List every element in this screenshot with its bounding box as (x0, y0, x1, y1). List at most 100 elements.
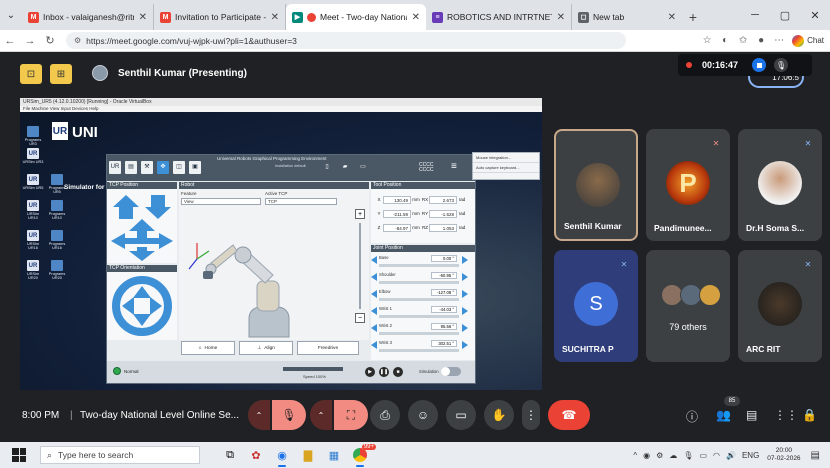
close-icon[interactable]: ✕ (557, 12, 565, 23)
copilot-icon[interactable]: ✿ (246, 446, 266, 464)
windows-start-icon[interactable] (12, 448, 26, 462)
x-value[interactable]: 130.49 (383, 195, 411, 204)
desktop-icon[interactable]: UR URSim UR5 (22, 174, 44, 190)
open-folder-icon[interactable]: ▰ (339, 161, 351, 174)
arrow-down-right-icon[interactable] (145, 195, 171, 219)
desktop-icon[interactable]: UR URSim UR20 (22, 260, 44, 280)
log-tab-icon[interactable]: ▣ (189, 161, 201, 174)
minimize-icon[interactable]: ─ (740, 9, 770, 21)
more-options-button[interactable]: ⋮ (522, 400, 540, 430)
zoom-out-button[interactable]: − (355, 313, 365, 323)
bluetooth-icon[interactable]: ⚙ (656, 451, 663, 460)
cloud-icon[interactable]: ☁ (669, 451, 677, 460)
new-tab-plus-icon[interactable]: + (682, 4, 704, 30)
move-tab-icon[interactable]: ✥ (157, 161, 169, 174)
notifications-icon[interactable]: ▤ (811, 450, 820, 461)
refresh-extension-icon[interactable]: ◐ (716, 35, 734, 46)
profile-icon[interactable]: ● (752, 35, 770, 46)
notification-item[interactable]: Auto capture keyboard... (473, 163, 539, 173)
layout-icon[interactable]: ⊞ (50, 64, 72, 84)
chevron-up-icon[interactable]: ^ (633, 451, 637, 460)
joint-slider[interactable] (379, 332, 459, 335)
simulation-toggle[interactable] (441, 367, 461, 376)
people-icon[interactable]: 👥 (716, 408, 731, 422)
system-clock[interactable]: 20:00 07-02-2026 (767, 447, 800, 463)
arrow-up-icon[interactable] (129, 219, 155, 239)
pin-presentation-icon[interactable]: ⊡ (20, 64, 42, 84)
tab-new-tab[interactable]: ◻ New tab ✕ (572, 4, 682, 30)
store-icon[interactable]: ▦ (324, 446, 344, 464)
video-options-button[interactable]: ⌃ (310, 400, 332, 430)
tray-icon[interactable]: ◉ (643, 451, 650, 460)
joint-decrease-icon[interactable] (371, 256, 377, 264)
desktop-icon[interactable]: Programs UR10 (46, 200, 68, 220)
joint-decrease-icon[interactable] (371, 324, 377, 332)
stop-recording-button[interactable] (752, 58, 767, 72)
installation-tab-icon[interactable]: ⚒ (141, 161, 153, 174)
tab-gmail-inbox[interactable]: M Inbox - valaiganesh@ritrjpm.ac ✕ (22, 4, 154, 30)
back-icon[interactable]: ← (0, 35, 20, 47)
joint-decrease-icon[interactable] (371, 273, 377, 281)
rotate-right-icon[interactable] (150, 297, 162, 315)
url-field[interactable]: ⚙ https://meet.google.com/vuj-wjpk-uwi?p… (66, 32, 626, 49)
joint-decrease-icon[interactable] (371, 290, 377, 298)
desktop-icon[interactable]: Programs UR16 (46, 230, 68, 250)
rotate-up-icon[interactable] (133, 286, 151, 298)
desktop-icon[interactable]: Programs UR3 (22, 126, 44, 146)
battery-icon[interactable]: ▭ (699, 451, 707, 460)
participant-tile[interactable]: ✕ P Pandimunee... (646, 129, 730, 241)
microphone-toggle[interactable]: 🎙 (272, 400, 306, 430)
raise-hand-button[interactable]: ✋ (484, 400, 514, 430)
bookmark-star-icon[interactable]: ☆ (698, 35, 716, 46)
joint-slider[interactable] (379, 264, 459, 267)
joint-slider[interactable] (379, 315, 459, 318)
forward-icon[interactable]: → (20, 35, 40, 47)
reactions-button[interactable]: ☺ (408, 400, 438, 430)
io-tab-icon[interactable]: ◫ (173, 161, 185, 174)
activities-icon[interactable]: ⋮⋮ (774, 408, 798, 422)
camera-toggle[interactable]: ⛶ (334, 400, 368, 430)
joint-decrease-icon[interactable] (371, 307, 377, 315)
chat-icon[interactable]: ▤ (746, 408, 757, 422)
participant-tile[interactable]: ✕ Dr.H Soma S... (738, 129, 822, 241)
participant-tile[interactable]: Senthil Kumar (554, 129, 638, 241)
language-indicator[interactable]: ENG (742, 451, 759, 460)
desktop-icon[interactable]: UR URSim UR10 (22, 200, 44, 220)
desktop-icon[interactable]: Programs UR20 (46, 260, 68, 280)
audio-options-button[interactable]: ⌃ (248, 400, 270, 430)
rotate-left-icon[interactable] (122, 297, 134, 315)
close-icon[interactable]: ✕ (139, 12, 147, 23)
joint-decrease-icon[interactable] (371, 341, 377, 349)
joint-increase-icon[interactable] (462, 341, 468, 349)
mic-icon[interactable]: 🎙 (774, 58, 789, 72)
more-options-icon[interactable]: ⋯ (770, 35, 788, 46)
joint-slider[interactable] (379, 281, 459, 284)
present-button[interactable]: ⎙ (370, 400, 400, 430)
joint-increase-icon[interactable] (462, 290, 468, 298)
volume-icon[interactable]: 🔊 (726, 451, 736, 460)
pause-icon[interactable]: ❚❚ (379, 367, 389, 377)
joint-increase-icon[interactable] (462, 273, 468, 281)
hamburger-menu-icon[interactable]: ≡ (451, 161, 457, 172)
joint-increase-icon[interactable] (462, 256, 468, 264)
run-tab-icon[interactable]: UR (109, 161, 121, 174)
site-info-icon[interactable]: ⚙ (74, 36, 81, 45)
notification-item[interactable]: Mouse integration... (473, 153, 539, 163)
save-icon[interactable]: ▭ (357, 161, 369, 174)
others-tile[interactable]: 79 others (646, 250, 730, 362)
reload-icon[interactable]: ↻ (40, 34, 60, 47)
rotate-down-icon[interactable] (133, 314, 151, 326)
close-icon[interactable]: ✕ (668, 12, 676, 23)
play-icon[interactable]: ▶ (365, 367, 375, 377)
freedrive-button[interactable]: Freedrive (297, 341, 359, 355)
rz-value[interactable]: 1.053 (429, 223, 457, 232)
joint-increase-icon[interactable] (462, 307, 468, 315)
favorites-icon[interactable]: ✩ (734, 35, 752, 46)
window-close-icon[interactable]: ✕ (800, 9, 830, 22)
joint-slider[interactable] (379, 298, 459, 301)
joint-slider[interactable] (379, 349, 459, 352)
maximize-icon[interactable]: ▢ (770, 9, 800, 22)
captions-button[interactable]: ▭ (446, 400, 476, 430)
tab-meet[interactable]: ▶ Meet - Two-day National L ✕ (286, 4, 426, 30)
close-icon[interactable]: ✕ (412, 12, 420, 23)
